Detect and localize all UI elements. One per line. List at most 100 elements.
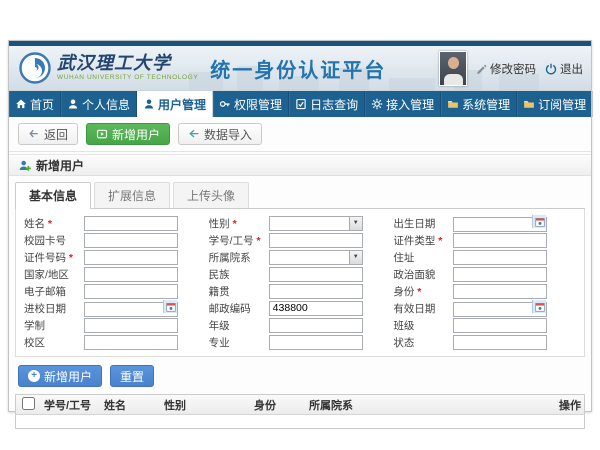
nav-item-access-management[interactable]: 接入管理	[365, 91, 441, 117]
basic-info-panel: 姓名 校园卡号 证件号码 国家/地区 电子邮箱 进校日期 学制 校区 性别 ▼	[15, 209, 585, 357]
calendar-icon[interactable]	[532, 215, 546, 228]
campus-card-input[interactable]	[84, 233, 178, 248]
campus-input[interactable]	[84, 335, 178, 350]
postal-code-input[interactable]	[269, 301, 363, 316]
import-arrow-icon	[188, 128, 200, 140]
data-import-button[interactable]: 数据导入	[178, 123, 262, 145]
campus-card-label: 校园卡号	[24, 233, 84, 248]
status-input[interactable]	[453, 335, 547, 350]
chevron-down-icon: ▼	[349, 251, 362, 264]
folder-icon	[523, 98, 535, 110]
calendar-icon[interactable]	[163, 300, 177, 313]
power-icon	[545, 63, 557, 75]
id-number-input[interactable]	[84, 250, 178, 265]
app-window: 武汉理工大学 WUHAN UNIVERSITY OF TECHNOLOGY 统一…	[8, 40, 592, 412]
col-identity: 身份	[250, 397, 305, 413]
nav-item-subscription-management[interactable]: 订阅管理	[517, 91, 593, 117]
form-actions: + 新增用户 重置	[18, 365, 591, 387]
col-operations: 操作	[555, 397, 584, 413]
nav-item-home[interactable]: 首页	[9, 91, 61, 117]
native-place-label: 籍贯	[209, 284, 269, 299]
key-icon	[219, 98, 231, 110]
form-column-1: 姓名 校园卡号 证件号码 国家/地区 电子邮箱 进校日期 学制 校区	[24, 215, 207, 351]
chevron-down-icon: ▼	[349, 217, 362, 230]
valid-date-label: 有效日期	[393, 301, 453, 316]
id-type-label: 证件类型	[393, 233, 453, 248]
header: 武汉理工大学 WUHAN UNIVERSITY OF TECHNOLOGY 统一…	[9, 46, 591, 91]
col-gender: 性别	[160, 397, 250, 413]
university-emblem-icon	[19, 52, 51, 84]
political-status-label: 政治面貌	[393, 267, 453, 282]
country-input[interactable]	[84, 267, 178, 282]
form-column-3: 出生日期 证件类型 住址 政治面貌 身份 有效日期 班级 状态	[393, 215, 576, 351]
person-icon	[67, 98, 79, 110]
col-student-id: 学号/工号	[40, 397, 100, 413]
change-password-link[interactable]: 修改密码	[476, 61, 536, 77]
toolbar: 返回 新增用户 数据导入	[9, 117, 591, 152]
native-place-input[interactable]	[269, 284, 363, 299]
add-user-icon	[96, 128, 108, 140]
main-nav: 首页 个人信息 用户管理 权限管理 日志查询 接入管理 系统管理 订阅管理	[9, 91, 591, 117]
tab-upload-avatar[interactable]: 上传头像	[173, 182, 249, 209]
grade-input[interactable]	[269, 318, 363, 333]
id-type-input[interactable]	[453, 233, 547, 248]
col-department: 所属院系	[305, 397, 555, 413]
pencil-icon	[476, 63, 487, 74]
add-user-toolbar-button[interactable]: 新增用户	[86, 123, 170, 145]
ethnicity-input[interactable]	[269, 267, 363, 282]
nav-item-system-management[interactable]: 系统管理	[441, 91, 517, 117]
class-input[interactable]	[453, 318, 547, 333]
university-name-en: WUHAN UNIVERSITY OF TECHNOLOGY	[57, 75, 198, 82]
table-header-row: 学号/工号 姓名 性别 身份 所属院系 操作	[16, 395, 584, 415]
col-name: 姓名	[100, 397, 160, 413]
submit-add-user-button[interactable]: + 新增用户	[18, 365, 102, 387]
section-title: 新增用户	[36, 157, 84, 174]
nav-item-personal-info[interactable]: 个人信息	[61, 91, 137, 117]
back-arrow-icon	[28, 128, 40, 140]
country-label: 国家/地区	[24, 267, 84, 282]
major-label: 专业	[209, 335, 269, 350]
birth-date-label: 出生日期	[393, 216, 453, 231]
entry-date-label: 进校日期	[24, 301, 84, 316]
nav-item-user-management[interactable]: 用户管理	[137, 91, 213, 117]
id-number-label: 证件号码	[24, 250, 84, 265]
nav-item-permission-management[interactable]: 权限管理	[213, 91, 289, 117]
name-input[interactable]	[84, 216, 178, 231]
calendar-icon[interactable]	[532, 300, 546, 313]
identity-input[interactable]	[453, 284, 547, 299]
class-label: 班级	[393, 318, 453, 333]
log-check-icon	[295, 98, 307, 110]
gender-select[interactable]: ▼	[269, 216, 363, 231]
name-label: 姓名	[24, 216, 84, 231]
grade-label: 年级	[209, 318, 269, 333]
political-status-input[interactable]	[453, 267, 547, 282]
address-label: 住址	[393, 250, 453, 265]
home-icon	[15, 98, 27, 110]
department-select[interactable]: ▼	[269, 250, 363, 265]
logout-link[interactable]: 退出	[545, 61, 583, 77]
gender-label: 性别	[209, 216, 269, 231]
plus-circle-icon: +	[28, 370, 40, 382]
select-all-checkbox[interactable]	[22, 397, 35, 410]
folder-icon	[447, 98, 459, 110]
address-input[interactable]	[453, 250, 547, 265]
student-id-input[interactable]	[269, 233, 363, 248]
form-column-2: 性别 ▼ 学号/工号 所属院系 ▼ 民族 籍贯 邮政编码 年级 专业	[209, 215, 392, 351]
education-length-input[interactable]	[84, 318, 178, 333]
university-name-cn: 武汉理工大学	[57, 55, 198, 73]
reset-button[interactable]: 重置	[110, 365, 154, 387]
form-tabs: 基本信息 扩展信息 上传头像	[15, 182, 585, 209]
education-length-label: 学制	[24, 318, 84, 333]
identity-label: 身份	[393, 284, 453, 299]
major-input[interactable]	[269, 335, 363, 350]
student-id-label: 学号/工号	[209, 233, 269, 248]
user-add-icon	[18, 159, 31, 172]
tab-extended-info[interactable]: 扩展信息	[94, 182, 170, 209]
email-input[interactable]	[84, 284, 178, 299]
user-table: 学号/工号 姓名 性别 身份 所属院系 操作	[15, 394, 585, 429]
back-button[interactable]: 返回	[18, 123, 78, 145]
gear-icon	[371, 98, 383, 110]
tab-basic-info[interactable]: 基本信息	[15, 182, 91, 209]
table-empty-row	[16, 415, 584, 428]
nav-item-log-query[interactable]: 日志查询	[289, 91, 365, 117]
